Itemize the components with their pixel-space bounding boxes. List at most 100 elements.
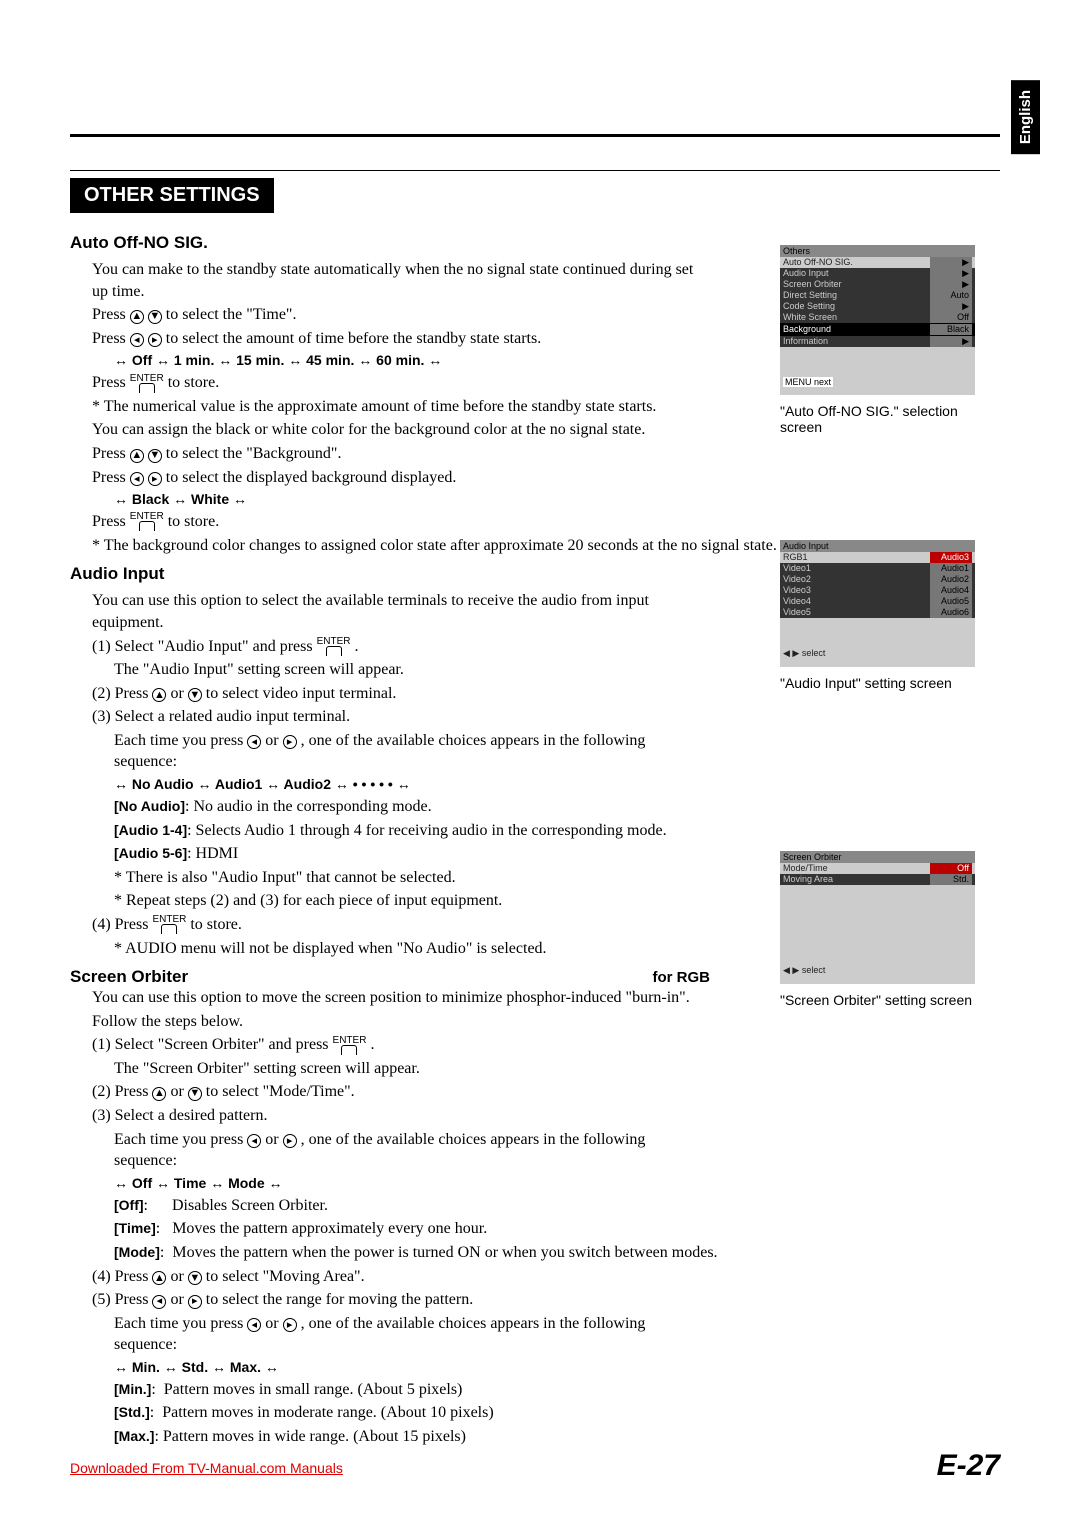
down-icon: ▼ (188, 1271, 202, 1285)
up-icon: ▲ (130, 449, 144, 463)
step: (2) Press ▲ or ▼ to select video input t… (92, 683, 710, 705)
text: Press ENTER to store. (92, 511, 710, 533)
language-tab: English (1011, 80, 1040, 154)
text: [Max.]: Pattern moves in wide range. (Ab… (114, 1426, 710, 1448)
menu-footer: ◀ ▶ select (780, 618, 975, 667)
menu-footer: ◀ ▶ select (780, 885, 975, 984)
text: Press ▲ ▼ to select the "Time". (92, 304, 710, 326)
enter-icon: ENTER (317, 638, 351, 656)
left-icon: ◂ (130, 472, 144, 486)
down-icon: ▼ (148, 449, 162, 463)
section-title: OTHER SETTINGS (70, 178, 274, 213)
step: (1) Select "Audio Input" and press ENTER… (92, 636, 710, 658)
divider-thin (70, 170, 1000, 171)
text: Each time you press ◂ or ▸ , one of the … (114, 1313, 710, 1356)
text: [Time]: Moves the pattern approximately … (114, 1218, 710, 1240)
text: The "Screen Orbiter" setting screen will… (114, 1058, 710, 1080)
down-icon: ▼ (148, 310, 162, 324)
menu-row: Audio Input▶ (780, 268, 975, 279)
menu-row: Moving AreaStd. (780, 874, 975, 885)
heading-auto-off: Auto Off-NO SIG. (70, 233, 710, 253)
right-icon: ▸ (148, 333, 162, 347)
download-link[interactable]: Downloaded From TV-Manual.com Manuals (70, 1460, 343, 1476)
menu-row: Video4Audio5 (780, 596, 975, 607)
text: [Audio 5-6]: HDMI (114, 843, 710, 865)
enter-icon: ENTER (130, 375, 164, 393)
note: * There is also "Audio Input" that canno… (114, 867, 710, 889)
menu-row: Video3Audio4 (780, 585, 975, 596)
text: Follow the steps below. (92, 1011, 710, 1033)
text: You can make to the standby state automa… (92, 259, 710, 302)
menu-row: Screen Orbiter▶ (780, 279, 975, 290)
step: (4) Press ▲ or ▼ to select "Moving Area"… (92, 1266, 710, 1288)
enter-icon: ENTER (152, 916, 186, 934)
menu-footer: MENU next (780, 347, 975, 395)
step: (3) Select a related audio input termina… (92, 706, 710, 728)
text: Press ◂ ▸ to select the displayed backgr… (92, 467, 710, 489)
text: The "Audio Input" setting screen will ap… (114, 659, 710, 681)
down-icon: ▼ (188, 688, 202, 702)
menu-title: Screen Orbiter (780, 851, 975, 863)
note: * The numerical value is the approximate… (92, 396, 710, 418)
left-icon: ◂ (247, 735, 261, 749)
right-icon: ▸ (188, 1295, 202, 1309)
text: You can assign the black or white color … (92, 419, 710, 441)
text: Each time you press ◂ or ▸ , one of the … (114, 730, 710, 773)
left-icon: ◂ (247, 1134, 261, 1148)
option-sequence: ↔ Off ↔ Time ↔ Mode ↔ (114, 1174, 710, 1193)
menu-row: Direct SettingAuto (780, 290, 975, 301)
up-icon: ▲ (130, 310, 144, 324)
menu-row: White ScreenOff (780, 312, 975, 323)
text: [Audio 1-4]: Selects Audio 1 through 4 f… (114, 820, 710, 842)
rgb-label: for RGB (653, 969, 711, 986)
menu-row: Mode/TimeOff (780, 863, 975, 874)
option-sequence: ↔ Min. ↔ Std. ↔ Max. ↔ (114, 1358, 710, 1377)
screenshot-caption: "Screen Orbiter" setting screen (780, 992, 1000, 1008)
up-icon: ▲ (152, 1271, 166, 1285)
text: Each time you press ◂ or ▸ , one of the … (114, 1129, 710, 1172)
menu-title: Others (780, 245, 975, 257)
step: (5) Press ◂ or ▸ to select the range for… (92, 1289, 710, 1311)
enter-icon: ENTER (130, 513, 164, 531)
menu-row: RGB1Audio3 (780, 552, 975, 563)
text: [Off]: Disables Screen Orbiter. (114, 1195, 710, 1217)
menu-row: Video5Audio6 (780, 607, 975, 618)
option-sequence: ↔ No Audio ↔ Audio1 ↔ Audio2 ↔ • • • • •… (114, 775, 710, 794)
menu-row: Information▶ (780, 336, 975, 347)
screenshot-caption: "Auto Off-NO SIG." selection screen (780, 403, 1000, 435)
heading-screen-orbiter: Screen Orbiter (70, 967, 188, 987)
text: Press ◂ ▸ to select the amount of time b… (92, 328, 710, 350)
divider-thick (70, 134, 1000, 137)
option-sequence: ↔ Off ↔ 1 min. ↔ 15 min. ↔ 45 min. ↔ 60 … (114, 351, 710, 370)
step: (4) Press ENTER to store. (92, 914, 710, 936)
menu-row-selected: BackgroundBlack (780, 323, 975, 336)
left-icon: ◂ (130, 333, 144, 347)
screenshot-caption: "Audio Input" setting screen (780, 675, 1000, 691)
main-column: Auto Off-NO SIG. You can make to the sta… (70, 225, 710, 1450)
menu-screenshot-audio: Audio Input RGB1Audio3 Video1Audio1 Vide… (780, 540, 975, 667)
heading-audio-input: Audio Input (70, 564, 710, 584)
text: [Std.]: Pattern moves in moderate range.… (114, 1402, 710, 1424)
step: (2) Press ▲ or ▼ to select "Mode/Time". (92, 1081, 710, 1103)
text: You can use this option to select the av… (92, 590, 710, 633)
up-icon: ▲ (152, 688, 166, 702)
menu-row: Video2Audio2 (780, 574, 975, 585)
text: Press ENTER to store. (92, 372, 710, 394)
right-icon: ▸ (148, 472, 162, 486)
up-icon: ▲ (152, 1087, 166, 1101)
step: (1) Select "Screen Orbiter" and press EN… (92, 1034, 710, 1056)
menu-row: Auto Off-NO SIG.▶ (780, 257, 975, 268)
down-icon: ▼ (188, 1087, 202, 1101)
aside-column: Others Auto Off-NO SIG.▶ Audio Input▶ Sc… (730, 225, 1000, 1028)
page-footer: Downloaded From TV-Manual.com Manuals E-… (70, 1460, 1000, 1478)
page-number: E-27 (937, 1449, 1000, 1483)
text: [Min.]: Pattern moves in small range. (A… (114, 1379, 710, 1401)
text: You can use this option to move the scre… (92, 987, 710, 1009)
menu-title: Audio Input (780, 540, 975, 552)
note: * Repeat steps (2) and (3) for each piec… (114, 890, 710, 912)
text: [No Audio]: No audio in the correspondin… (114, 796, 710, 818)
option-sequence: ↔ Black ↔ White ↔ (114, 490, 710, 509)
menu-screenshot-orbiter: Screen Orbiter Mode/TimeOff Moving AreaS… (780, 851, 975, 984)
right-icon: ▸ (283, 1134, 297, 1148)
text: [Mode]: Moves the pattern when the power… (114, 1242, 710, 1264)
